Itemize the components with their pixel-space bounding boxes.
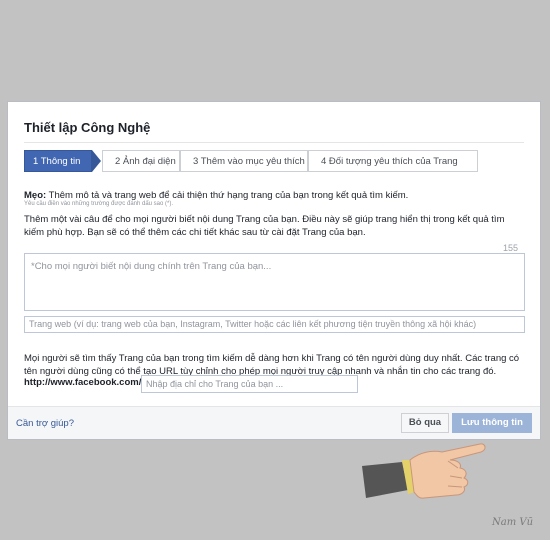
skip-button[interactable]: Bỏ qua [401,413,449,433]
step-chevron [92,150,101,172]
about-placeholder: *Cho mọi người biết nội dung chính trên … [31,261,272,272]
step-profile-picture[interactable]: 2 Ảnh đại diện [102,150,180,172]
step-audience[interactable]: 4 Đối tượng yêu thích của Trang [308,150,478,172]
step-info[interactable]: 1 Thông tin [24,150,92,172]
step-add-favorites[interactable]: 3 Thêm vào mục yêu thích [180,150,308,172]
step-info-label: 1 Thông tin [33,156,81,167]
website-placeholder: Trang web (ví dụ: trang web của bạn, Ins… [29,319,477,329]
website-input[interactable]: Trang web (ví dụ: trang web của bạn, Ins… [24,316,525,333]
character-counter: 155 [502,243,518,253]
about-textarea[interactable]: *Cho mọi người biết nội dung chính trên … [24,253,525,311]
pointing-hand-icon [362,443,486,499]
setup-dialog: Thiết lập Công Nghệ 1 Thông tin 2 Ảnh đạ… [7,101,541,440]
dialog-footer: Cần trợ giúp? Bỏ qua Lưu thông tin [8,406,540,439]
tip-text: Mẹo: Thêm mô tả và trang web để cải thiệ… [24,190,408,201]
page-address-input[interactable]: Nhập địa chỉ cho Trang của bạn ... [141,375,358,393]
dialog-title: Thiết lập Công Nghệ [24,120,151,135]
save-info-button[interactable]: Lưu thông tin [452,413,532,433]
signature: Nam Vũ [492,517,534,528]
tip-body: Thêm mô tả và trang web để cải thiện thứ… [46,190,409,201]
page-address-placeholder: Nhập địa chỉ cho Trang của bạn ... [146,379,284,389]
required-note: Yêu cầu điền vào những trường được đánh … [24,201,174,207]
url-prefix: http://www.facebook.com/ [24,377,142,388]
step-audience-label: 4 Đối tượng yêu thích của Trang [321,156,458,167]
tip-label: Mẹo: [24,190,47,201]
step-profile-picture-label: 2 Ảnh đại diện [115,156,176,167]
title-divider [24,142,524,143]
description-text: Thêm một vài câu để cho mọi người biết n… [24,214,505,238]
step-add-favorites-label: 3 Thêm vào mục yêu thích [193,156,305,167]
help-link[interactable]: Cần trợ giúp? [16,418,74,429]
